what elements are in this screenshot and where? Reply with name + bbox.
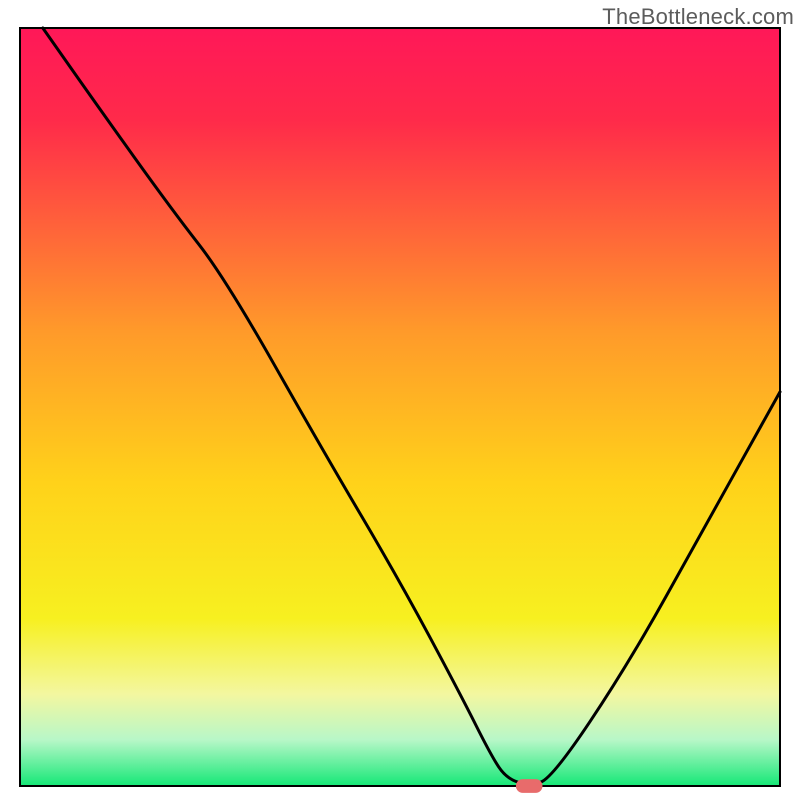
watermark-label: TheBottleneck.com (602, 4, 794, 30)
optimal-marker (516, 779, 543, 793)
bottleneck-curve-chart (0, 0, 800, 800)
plot-background (21, 29, 779, 785)
chart-container: TheBottleneck.com (0, 0, 800, 800)
